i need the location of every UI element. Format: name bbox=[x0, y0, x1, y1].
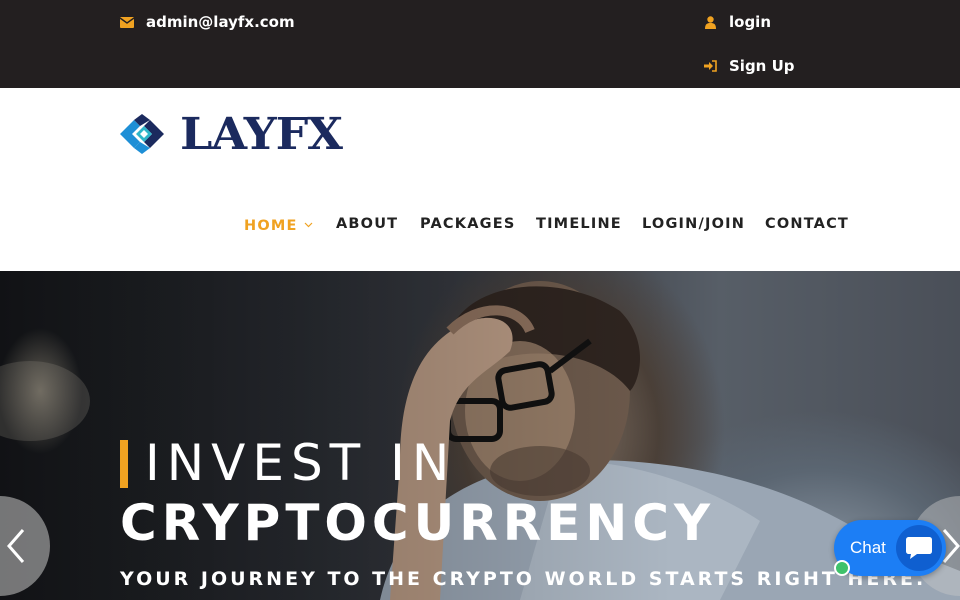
nav-item-home[interactable]: HOME bbox=[244, 216, 313, 234]
user-icon bbox=[703, 15, 717, 29]
login-label: login bbox=[729, 13, 772, 31]
chevron-down-icon bbox=[304, 216, 313, 232]
online-status-indicator bbox=[834, 560, 850, 576]
top-bar: admin@layfx.com login Sign Up bbox=[0, 0, 960, 88]
nav-item-contact[interactable]: CONTACT bbox=[765, 216, 849, 232]
brand-logo[interactable]: LAYFX bbox=[120, 108, 343, 160]
nav-item-packages[interactable]: PACKAGES bbox=[420, 216, 515, 232]
hero-heading-line2: CRYPTOCURRENCY bbox=[120, 494, 716, 552]
nav-item-about[interactable]: ABOUT bbox=[336, 216, 398, 232]
hero-heading-line1: INVEST IN bbox=[145, 434, 457, 492]
chat-widget-button[interactable]: Chat bbox=[834, 520, 946, 576]
sign-in-icon bbox=[703, 59, 717, 73]
nav-item-login-join[interactable]: LOGIN/JOIN bbox=[642, 216, 745, 232]
main-nav: HOME ABOUT PACKAGES TIMELINE LOGIN/JOIN … bbox=[0, 216, 960, 236]
nav-item-home-label: HOME bbox=[244, 218, 298, 234]
chat-bubble-icon bbox=[896, 525, 942, 571]
brand-name: LAYFX bbox=[180, 108, 343, 160]
hero-slider: INVEST IN CRYPTOCURRENCY YOUR JOURNEY TO… bbox=[0, 271, 960, 600]
chat-label: Chat bbox=[850, 538, 886, 557]
site-header: LAYFX HOME ABOUT PACKAGES TIMELINE LOGIN… bbox=[0, 88, 960, 271]
hero-tagline: YOUR JOURNEY TO THE CRYPTO WORLD STARTS … bbox=[120, 568, 927, 590]
contact-email-link[interactable]: admin@layfx.com bbox=[120, 13, 295, 31]
login-link[interactable]: login bbox=[703, 13, 771, 31]
envelope-icon bbox=[120, 15, 134, 29]
signup-link[interactable]: Sign Up bbox=[703, 57, 795, 75]
logo-mark-icon bbox=[120, 114, 164, 154]
contact-email-text: admin@layfx.com bbox=[146, 13, 295, 31]
signup-label: Sign Up bbox=[729, 57, 795, 75]
nav-item-timeline[interactable]: TIMELINE bbox=[536, 216, 622, 232]
hero-accent-bar bbox=[120, 440, 128, 488]
chevron-left-icon bbox=[5, 526, 27, 570]
